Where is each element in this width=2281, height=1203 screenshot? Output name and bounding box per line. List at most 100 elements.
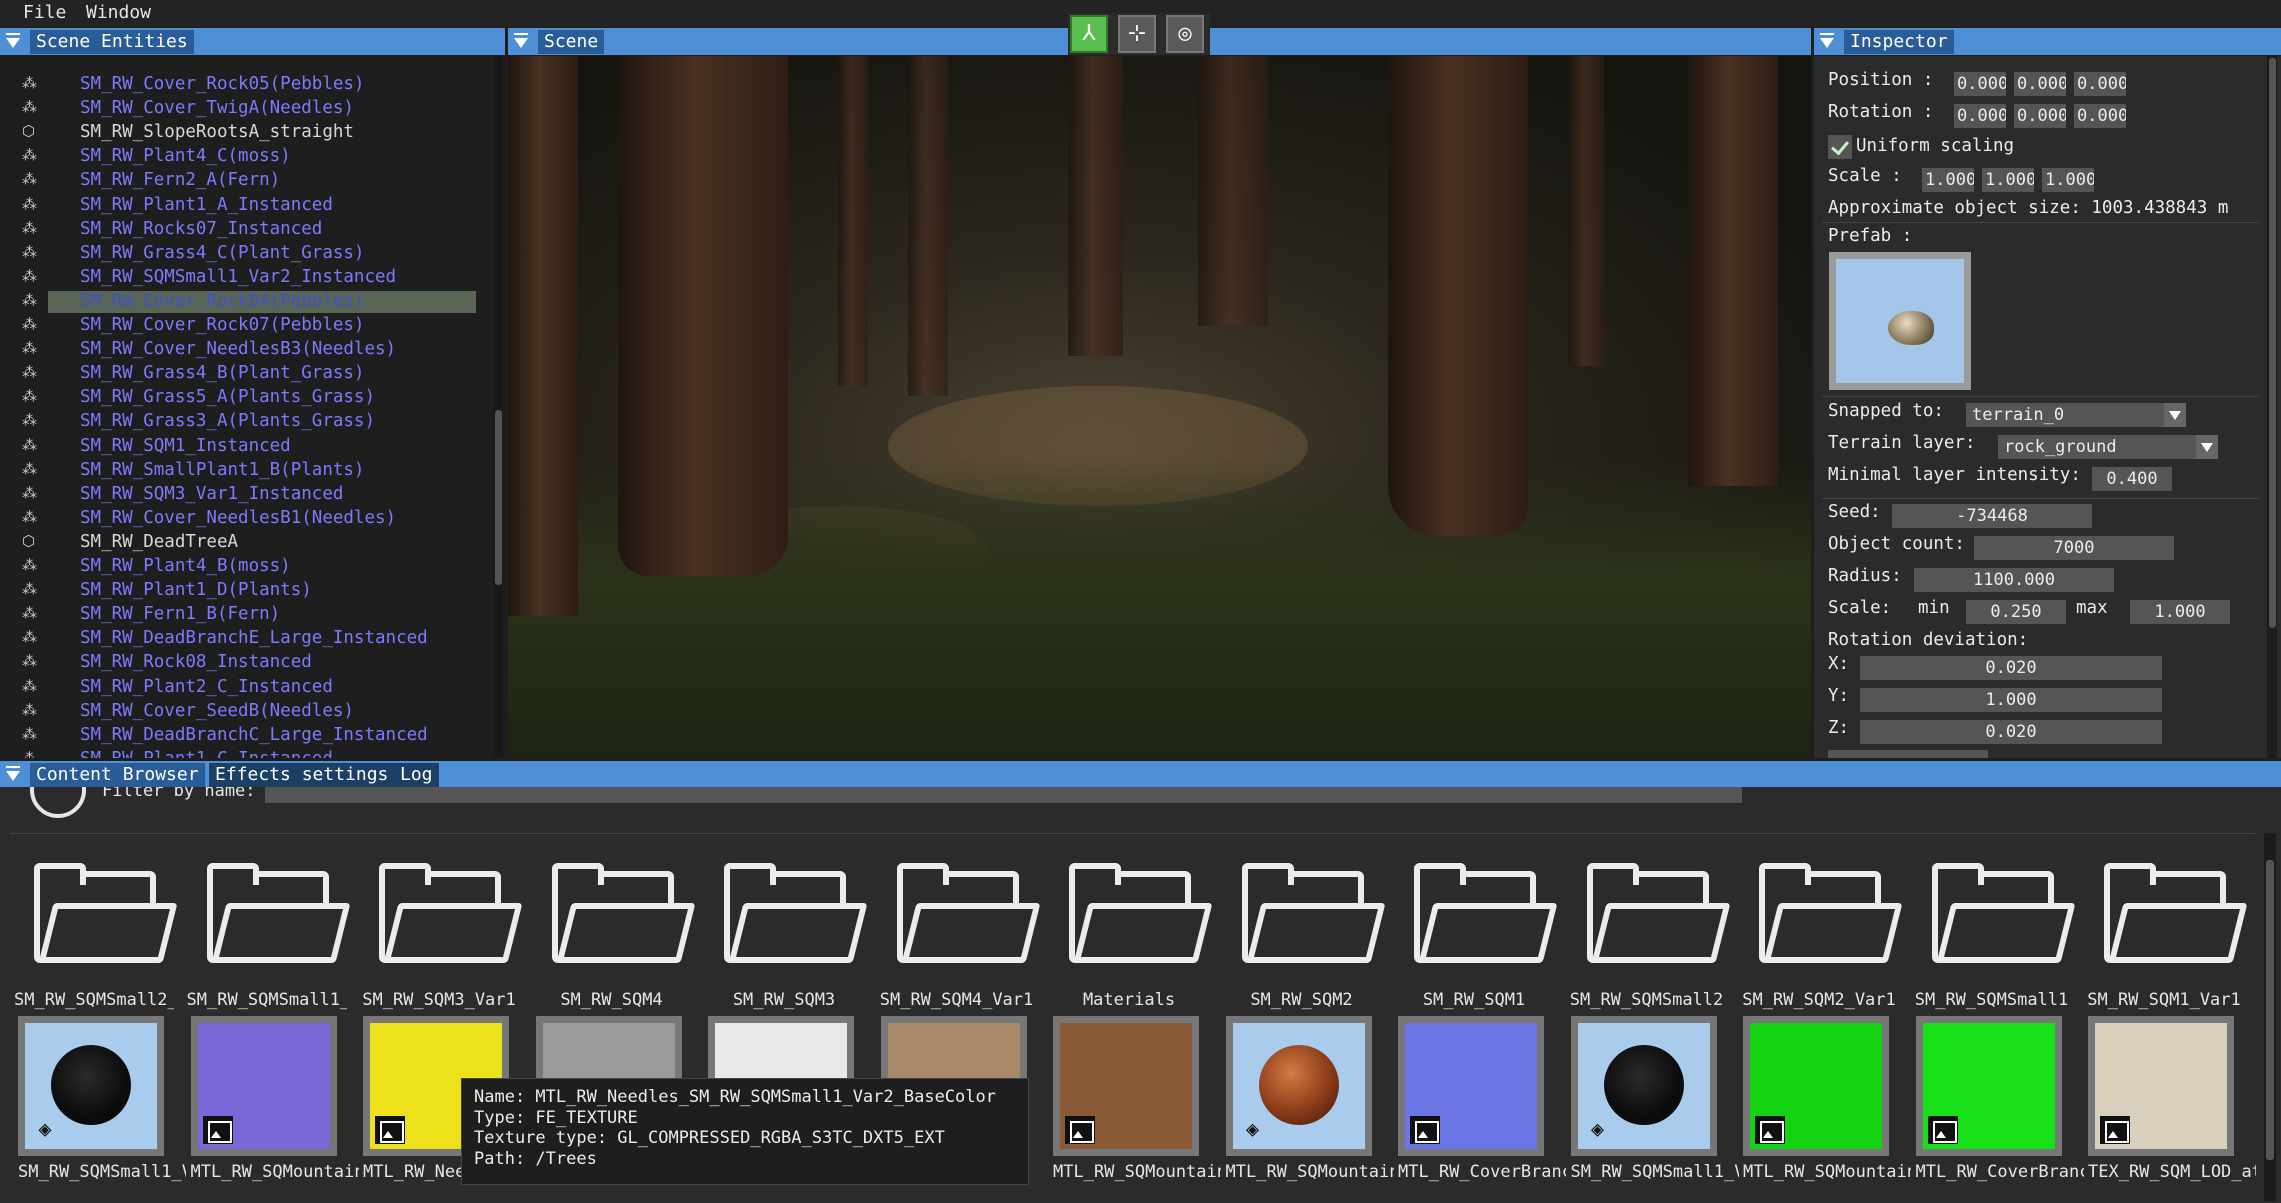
tab-scene[interactable]: Scene [538,30,605,54]
collapse-arrow-icon[interactable] [514,38,528,48]
folder-name[interactable]: SM_RW_SQM1_Var1 [2084,990,2244,1010]
tab-inspector[interactable]: Inspector [1844,30,1954,54]
rot-dev-z-field[interactable]: 0.020 [1860,720,2162,744]
entity-row[interactable]: ⁂ SM_RW_Plant4_C(moss) [0,145,480,169]
folder-icon[interactable] [2094,863,2248,973]
entity-row[interactable]: ⁂ SM_RW_Cover_TwigA(Needles) [0,97,480,121]
terrain-layer-select[interactable]: rock_ground [1998,435,2218,459]
entity-row[interactable]: ⁂ SM_RW_Cover_NeedlesB3(Needles) [0,338,480,362]
folder-icon[interactable] [887,863,1040,973]
asset-name[interactable]: MTL_RW_CoverBranch [1916,1162,2084,1182]
folder-name[interactable]: SM_RW_SQM3_Var1 [359,990,519,1010]
collapse-arrow-icon[interactable] [1820,38,1834,48]
entities-scrollbar[interactable] [493,56,503,758]
folder-name[interactable]: SM_RW_SQMSmall1_Var2 [187,990,347,1010]
folder-name[interactable]: SM_RW_SQM2 [1222,990,1382,1010]
entity-row[interactable]: ⁂ SM_RW_Plant1_A_Instanced [0,194,480,218]
entity-row[interactable]: ⁂ SM_RW_Fern1_B(Fern) [0,603,480,627]
folder-icon[interactable] [714,863,868,973]
entity-row[interactable]: ⁂ SM_RW_Cover_Rock07(Pebbles) [0,314,480,338]
scale-x-field[interactable]: 1.000 [1922,168,1974,192]
entity-row[interactable]: ⁂ SM_RW_Grass5_A(Plants_Grass) [0,386,480,410]
folder-icon[interactable] [1404,863,1558,973]
collapse-icon[interactable] [514,33,528,35]
entity-row[interactable]: ⁂ SM_RW_DeadBranchE_Large_Instanced [0,627,480,651]
radius-field[interactable]: 1100.000 [1914,568,2114,592]
folder-icon[interactable] [1059,863,1213,973]
tab-content-browser[interactable]: Content Browser [30,763,205,787]
entity-row[interactable]: ⁂ SM_RW_Cover_NeedlesB1(Needles) [0,507,480,531]
entity-row[interactable]: ⁂ SM_RW_Grass4_C(Plant_Grass) [0,242,480,266]
asset-tile[interactable]: ◈ [1225,1016,1372,1156]
asset-tile[interactable] [1398,1016,1544,1156]
asset-name[interactable]: SM_RW_SQMSmall1_Var2 [18,1162,186,1182]
content-scrollbar-thumb[interactable] [2266,860,2274,1160]
entity-row[interactable]: ⁂ SM_RW_Plant1_C_Instanced [0,748,480,758]
asset-name[interactable]: TEX_RW_SQM_LOD_atlas [2088,1162,2256,1182]
rotate-gizmo-button[interactable]: ◎ [1166,15,1204,53]
move-gizmo-button[interactable]: ⅄ [1070,15,1108,53]
scale-gizmo-button[interactable]: ⊹ [1118,15,1156,53]
asset-name[interactable]: MTL_RW_SQMountain [1226,1162,1394,1182]
folder-icon[interactable] [542,863,695,973]
folder-name[interactable]: SM_RW_SQM3 [704,990,864,1010]
inspector-scrollbar-thumb[interactable] [2269,58,2276,628]
entity-row[interactable]: ⁂ SM_RW_DeadBranchC_Large_Instanced [0,724,480,748]
asset-tile[interactable] [190,1016,337,1156]
snapped-to-select[interactable]: terrain_0 [1966,403,2186,427]
folder-icon[interactable] [369,863,523,973]
entities-scrollbar-thumb[interactable] [495,410,502,585]
folder-name[interactable]: SM_RW_SQMSmall2 [1567,990,1727,1010]
prefab-thumbnail-button[interactable] [1829,252,1971,390]
entity-row[interactable]: ⁂ SM_RW_Cover_Rock05(Pebbles) [0,73,480,97]
position-z-field[interactable]: 0.000 [2074,72,2126,96]
entity-row[interactable]: ⁂ SM_RW_SmallPlant1_B(Plants) [0,459,480,483]
asset-tile[interactable]: ◈ [18,1016,164,1156]
asset-name[interactable]: SM_RW_SQMSmall1_Var1 [1571,1162,1739,1182]
folder-name[interactable]: SM_RW_SQM4_Var1 [877,990,1037,1010]
scale-min-field[interactable]: 0.250 [1966,600,2066,624]
position-y-field[interactable]: 0.000 [2014,72,2066,96]
folder-icon[interactable] [1749,863,1903,973]
filter-input[interactable] [265,787,1742,803]
collapse-icon[interactable] [6,33,20,35]
tab-log[interactable]: Log [394,763,439,787]
asset-tile[interactable] [2088,1016,2234,1156]
rotation-z-field[interactable]: 0.000 [2074,104,2126,128]
entity-row[interactable]: ⁂ SM_RW_SQM3_Var1_Instanced [0,483,480,507]
folder-icon[interactable] [1922,863,2075,973]
folder-name[interactable]: SM_RW_SQMSmall1 [1912,990,2072,1010]
entity-row[interactable]: ⁂ SM_RW_Cover_SeedB(Needles) [0,700,480,724]
rot-dev-y-field[interactable]: 1.000 [1860,688,2162,712]
folder-name[interactable]: SM_RW_SQMSmall2_Var1 [14,990,174,1010]
entity-row[interactable]: ⁂ SM_RW_SQMSmall1_Var2_Instanced [0,266,480,290]
entity-row[interactable]: ⁂ SM_RW_Grass3_A(Plants_Grass) [0,410,480,434]
rotation-y-field[interactable]: 0.000 [2014,104,2066,128]
back-circle-icon[interactable] [30,787,86,818]
scale-y-field[interactable]: 1.000 [1982,168,2034,192]
asset-tile[interactable] [1743,1016,1889,1156]
entity-row[interactable]: ⬡ SM_RW_DeadTreeA [0,531,480,555]
folder-icon[interactable] [197,863,350,973]
collapse-arrow-icon[interactable] [6,38,20,48]
folder-name[interactable]: SM_RW_SQM4 [532,990,692,1010]
asset-tile[interactable]: ◈ [1570,1016,1717,1156]
folder-icon[interactable] [24,863,178,973]
folder-name[interactable]: SM_RW_SQM2_Var1 [1739,990,1899,1010]
tab-effects-settings[interactable]: Effects settings [209,763,395,787]
scale-z-field[interactable]: 1.000 [2042,168,2094,192]
folder-icon[interactable] [1232,863,1385,973]
entity-row[interactable]: ⁂ SM_RW_Plant2_C_Instanced [0,676,480,700]
entity-row[interactable]: ⁂ SM_RW_Rocks07_Instanced [0,218,480,242]
collapse-arrow-icon[interactable] [6,771,20,781]
next-field[interactable] [1828,750,1988,758]
collapse-icon[interactable] [6,766,20,768]
menu-window[interactable]: Window [86,2,151,23]
entity-row[interactable]: ⁂ SM_RW_Fern2_A(Fern) [0,169,480,193]
asset-name[interactable]: MTL_RW_SQMountain [191,1162,359,1182]
entity-row[interactable]: ⬡ SM_RW_SlopeRootsA_straight [0,121,480,145]
asset-name[interactable]: MTL_RW_SQMountain [1743,1162,1911,1182]
collapse-icon[interactable] [1820,33,1834,35]
object-count-field[interactable]: 7000 [1974,536,2174,560]
tab-scene-entities[interactable]: Scene Entities [30,30,194,54]
